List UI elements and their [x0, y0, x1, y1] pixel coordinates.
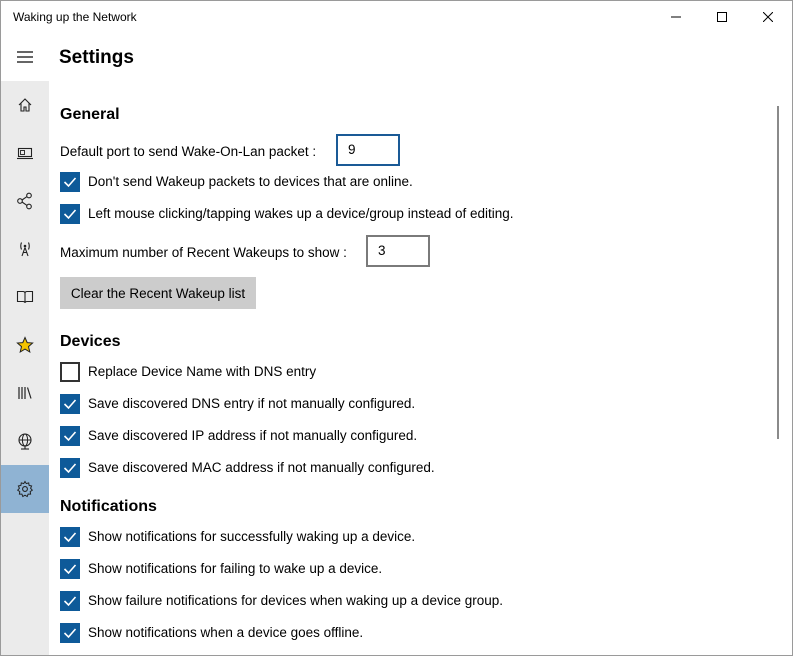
nav-item-groups[interactable] [1, 177, 49, 225]
hamburger-menu-button[interactable] [5, 37, 45, 77]
skip-online-checkbox[interactable] [60, 172, 80, 192]
app-window: Waking up the Network Settings General D… [0, 0, 793, 656]
device-icon [17, 147, 33, 160]
recent-wakeups-label: Maximum number of Recent Wakeups to show… [60, 245, 347, 260]
save-ip-label: Save discovered IP address if not manual… [88, 428, 418, 443]
title-bar[interactable]: Waking up the Network [1, 1, 792, 33]
close-icon [763, 12, 773, 22]
notify-group-failure-checkbox[interactable] [60, 591, 80, 611]
group-icon [17, 192, 32, 210]
settings-content[interactable]: General Default port to send Wake-On-Lan… [49, 81, 792, 655]
section-title-notifications: Notifications [60, 498, 157, 515]
library-icon [18, 387, 32, 399]
globe-icon [18, 433, 32, 450]
nav-item-settings[interactable] [1, 465, 49, 513]
checkmark-icon [63, 209, 77, 220]
replace-name-dns-label: Replace Device Name with DNS entry [88, 364, 317, 379]
book-icon [16, 290, 34, 304]
port-label: Default port to send Wake-On-Lan packet … [60, 144, 317, 159]
checkmark-icon [63, 463, 77, 474]
maximize-icon [717, 12, 727, 22]
notify-failure-checkbox[interactable] [60, 559, 80, 579]
save-mac-label: Save discovered MAC address if not manua… [88, 460, 435, 475]
checkmark-icon [63, 431, 77, 442]
page-header: Settings [1, 33, 792, 81]
replace-name-dns-checkbox[interactable] [60, 362, 80, 382]
notify-offline-checkbox[interactable] [60, 623, 80, 643]
save-dns-label: Save discovered DNS entry if not manuall… [88, 396, 416, 411]
star-icon [16, 336, 34, 354]
home-icon [18, 98, 32, 112]
port-input[interactable]: 9 [336, 134, 400, 166]
close-button[interactable] [745, 1, 791, 33]
notify-group-failure-label: Show failure notifications for devices w… [88, 593, 503, 608]
antenna-icon [20, 242, 30, 257]
checkmark-icon [63, 399, 77, 410]
skip-online-label: Don't send Wakeup packets to devices tha… [88, 174, 413, 189]
vertical-scrollbar[interactable] [777, 106, 779, 439]
minimize-icon [671, 16, 681, 18]
save-ip-checkbox[interactable] [60, 426, 80, 446]
nav-item-devices[interactable] [1, 129, 49, 177]
save-mac-checkbox[interactable] [60, 458, 80, 478]
nav-item-web[interactable] [1, 417, 49, 465]
gear-icon [16, 480, 34, 498]
nav-item-home[interactable] [1, 81, 49, 129]
checkmark-icon [63, 532, 77, 543]
checkmark-icon [63, 564, 77, 575]
section-title-devices: Devices [60, 333, 121, 350]
notify-success-label: Show notifications for successfully waki… [88, 529, 416, 544]
save-dns-checkbox[interactable] [60, 394, 80, 414]
click-wakes-label: Left mouse clicking/tapping wakes up a d… [88, 206, 514, 221]
checkmark-icon [63, 628, 77, 639]
minimize-button[interactable] [653, 1, 699, 33]
notify-failure-label: Show notifications for failing to wake u… [88, 561, 383, 576]
recent-wakeups-input[interactable]: 3 [366, 235, 430, 267]
nav-item-docs[interactable] [1, 273, 49, 321]
hamburger-icon [17, 51, 33, 63]
checkmark-icon [63, 177, 77, 188]
notify-success-checkbox[interactable] [60, 527, 80, 547]
section-title-general: General [60, 106, 120, 123]
clear-recent-button[interactable]: Clear the Recent Wakeup list [60, 277, 256, 309]
nav-item-library[interactable] [1, 369, 49, 417]
notify-offline-label: Show notifications when a device goes of… [88, 625, 364, 640]
window-title: Waking up the Network [13, 10, 137, 24]
checkmark-icon [63, 596, 77, 607]
page-title: Settings [59, 47, 134, 68]
maximize-button[interactable] [699, 1, 745, 33]
nav-item-favorites[interactable] [1, 321, 49, 369]
nav-item-network[interactable] [1, 225, 49, 273]
navigation-pane [1, 81, 49, 655]
click-wakes-checkbox[interactable] [60, 204, 80, 224]
